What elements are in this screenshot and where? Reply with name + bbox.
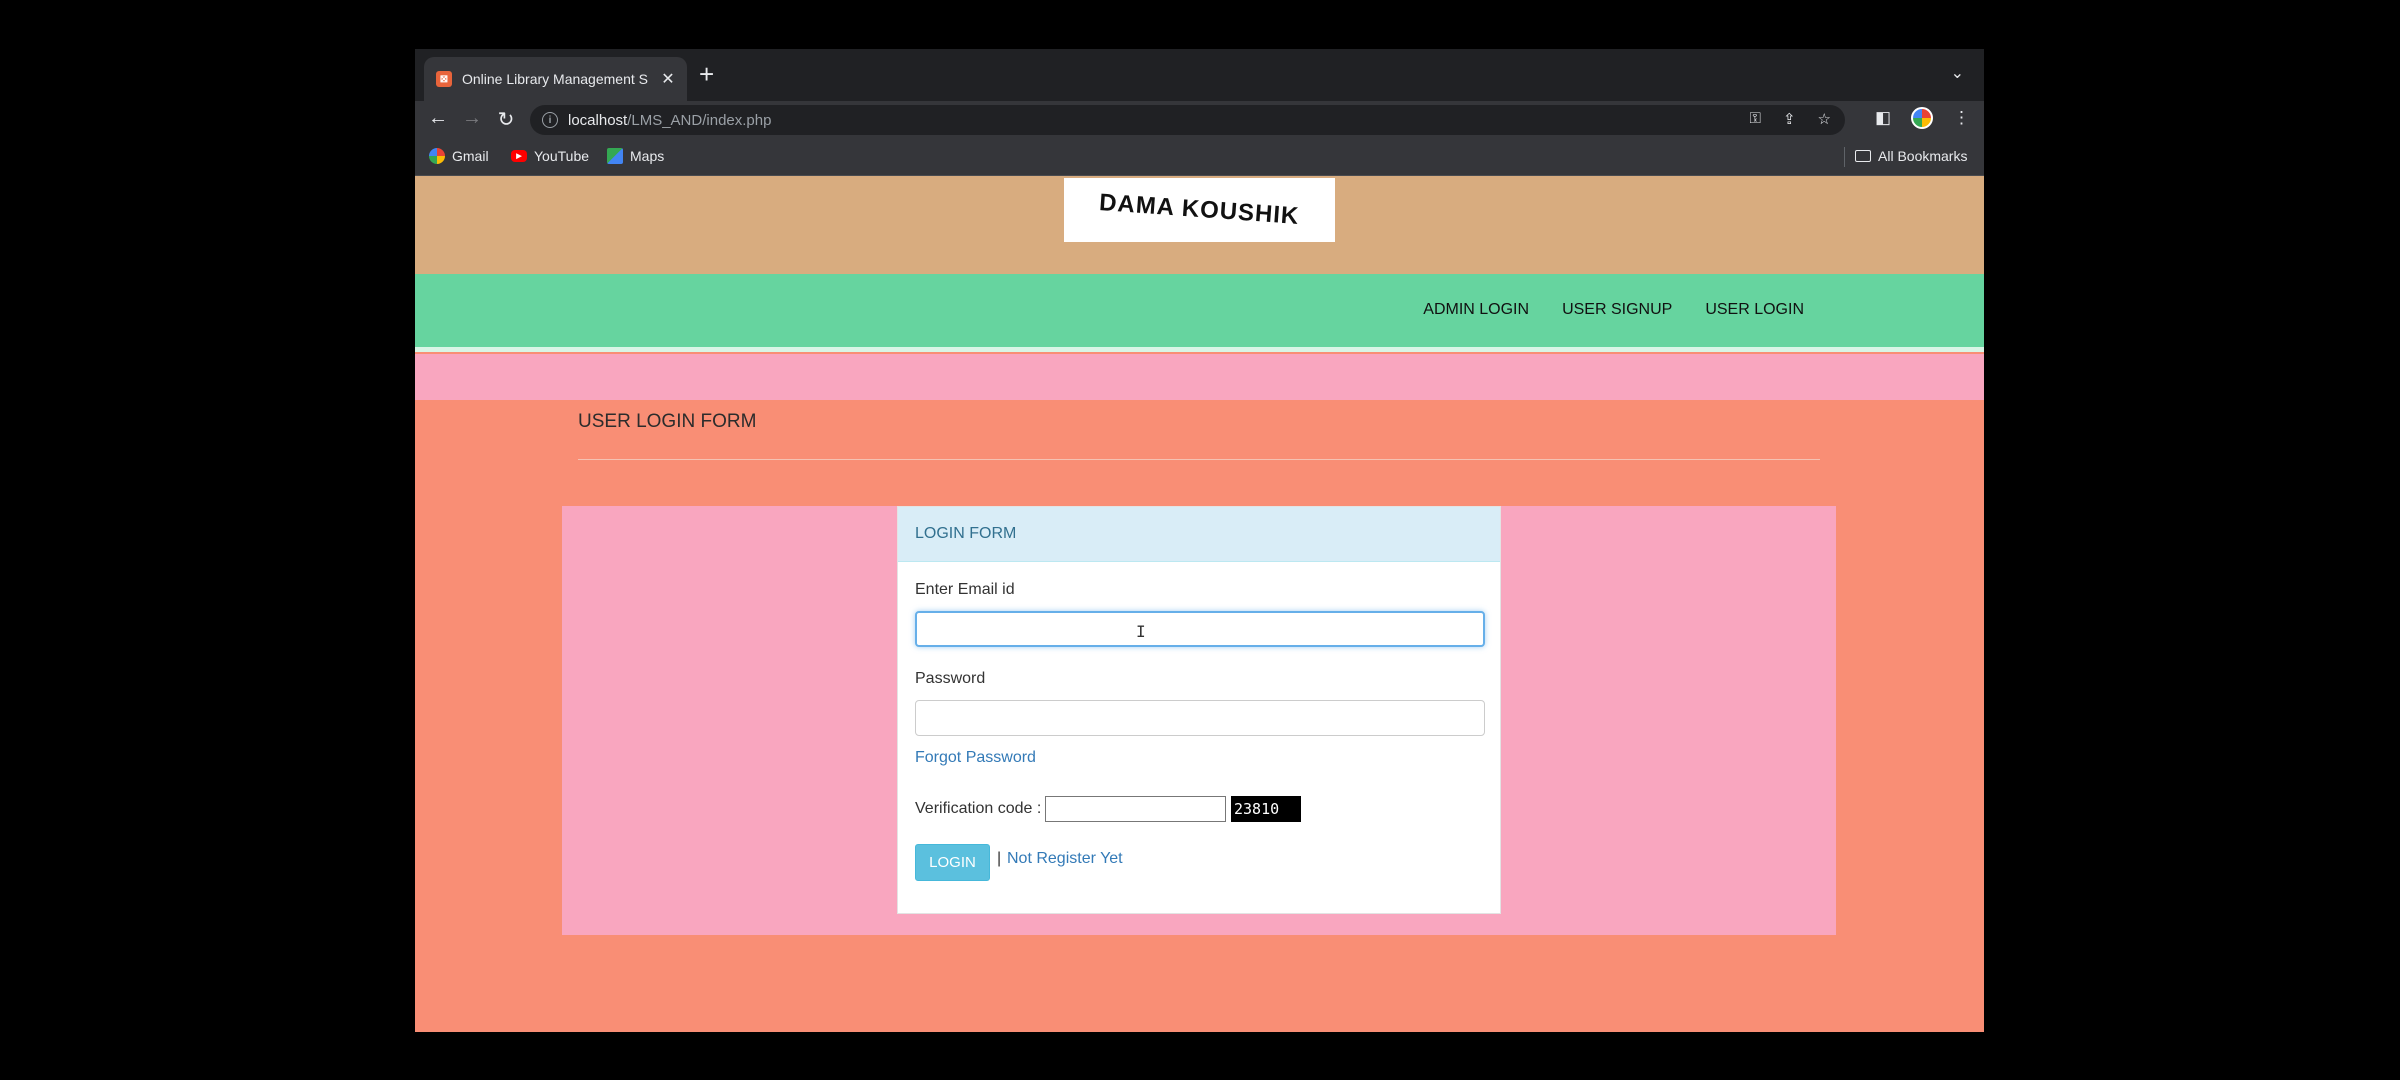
verification-label: Verification code : <box>915 800 1042 817</box>
site-info-icon[interactable]: i <box>542 112 558 128</box>
profile-avatar-icon[interactable] <box>1911 107 1933 129</box>
captcha-code: 23810 <box>1231 796 1301 822</box>
all-bookmarks-label: All Bookmarks <box>1878 148 1968 164</box>
url-path: /LMS_AND/index.php <box>627 111 772 129</box>
page-title: USER LOGIN FORM <box>578 411 757 432</box>
password-label: Password <box>915 670 986 687</box>
login-card: LOGIN FORM Enter Email id I Password For… <box>897 506 1501 914</box>
tab-search-chevron-icon[interactable]: ⌄ <box>1951 63 1964 83</box>
bookmarks-divider <box>1844 147 1845 167</box>
bookmark-label: Gmail <box>452 148 489 164</box>
folder-icon <box>1855 150 1871 162</box>
bookmarks-bar: Gmail ▶ YouTube Maps All Bookmarks <box>415 139 1984 176</box>
share-icon[interactable]: ⇪ <box>1783 110 1796 128</box>
web-page: DAMA KOUSHIK ADMIN LOGIN USER SIGNUP USE… <box>415 176 1984 1032</box>
email-label: Enter Email id <box>915 581 1015 598</box>
site-header: DAMA KOUSHIK <box>415 176 1984 274</box>
forward-arrow-icon[interactable]: → <box>459 107 485 130</box>
bookmark-youtube[interactable]: ▶ YouTube <box>511 148 589 164</box>
bookmark-maps[interactable]: Maps <box>607 148 664 164</box>
site-navbar: ADMIN LOGIN USER SIGNUP USER LOGIN <box>415 274 1984 352</box>
bookmark-gmail[interactable]: Gmail <box>429 148 489 164</box>
close-tab-icon[interactable]: ✕ <box>658 69 678 89</box>
bookmark-label: Maps <box>630 148 665 164</box>
menu-kebab-icon[interactable]: ⋮ <box>1953 108 1970 128</box>
logo-text: DAMA KOUSHIK <box>1098 189 1301 230</box>
nav-admin-login[interactable]: ADMIN LOGIN <box>1423 301 1529 319</box>
nav-links: ADMIN LOGIN USER SIGNUP USER LOGIN <box>1423 301 1804 319</box>
side-panel-icon[interactable]: ◧ <box>1875 108 1891 128</box>
text-cursor-icon: I <box>1136 622 1146 641</box>
address-bar[interactable]: i localhost/LMS_AND/index.php ⚿ ⇪ ☆ <box>530 105 1845 135</box>
nav-user-login[interactable]: USER LOGIN <box>1705 301 1804 319</box>
form-panel: LOGIN FORM Enter Email id I Password For… <box>562 506 1836 935</box>
site-logo: DAMA KOUSHIK <box>1064 178 1335 242</box>
login-card-header: LOGIN FORM <box>898 507 1500 562</box>
reload-icon[interactable]: ↻ <box>493 107 519 132</box>
verification-code-input[interactable] <box>1045 796 1226 822</box>
heading-divider <box>578 459 1820 460</box>
browser-toolbar: ← → ↻ i localhost/LMS_AND/index.php ⚿ ⇪ … <box>415 101 1984 139</box>
toolbar-right-actions: ◧ ⋮ <box>1875 107 1970 129</box>
login-button[interactable]: LOGIN <box>915 844 990 881</box>
password-field[interactable] <box>915 700 1485 736</box>
browser-window: ⊠ Online Library Management S ✕ + ⌄ ← → … <box>415 49 1984 1032</box>
browser-tab[interactable]: ⊠ Online Library Management S ✕ <box>424 57 687 101</box>
bookmark-label: YouTube <box>534 148 590 164</box>
xampp-favicon-icon: ⊠ <box>436 71 452 87</box>
back-arrow-icon[interactable]: ← <box>425 107 451 130</box>
maps-icon <box>607 148 623 164</box>
google-icon <box>429 148 445 164</box>
nav-user-signup[interactable]: USER SIGNUP <box>1562 301 1672 319</box>
link-separator: | <box>997 850 1002 867</box>
tab-title: Online Library Management S <box>462 71 648 87</box>
all-bookmarks-button[interactable]: All Bookmarks <box>1855 148 1967 164</box>
forgot-password-link[interactable]: Forgot Password <box>915 749 1036 767</box>
tab-strip: ⊠ Online Library Management S ✕ + ⌄ <box>415 49 1984 101</box>
not-registered-link[interactable]: Not Register Yet <box>1007 850 1123 868</box>
bookmark-star-icon[interactable]: ☆ <box>1818 110 1831 128</box>
url-text: localhost/LMS_AND/index.php <box>568 112 771 129</box>
url-host: localhost <box>568 111 628 129</box>
new-tab-icon[interactable]: + <box>699 61 714 87</box>
key-icon[interactable]: ⚿ <box>1750 110 1761 128</box>
youtube-icon: ▶ <box>511 150 527 162</box>
address-bar-actions: ⚿ ⇪ ☆ <box>1750 110 1831 128</box>
email-field[interactable] <box>915 611 1485 647</box>
decorative-band <box>415 354 1984 400</box>
